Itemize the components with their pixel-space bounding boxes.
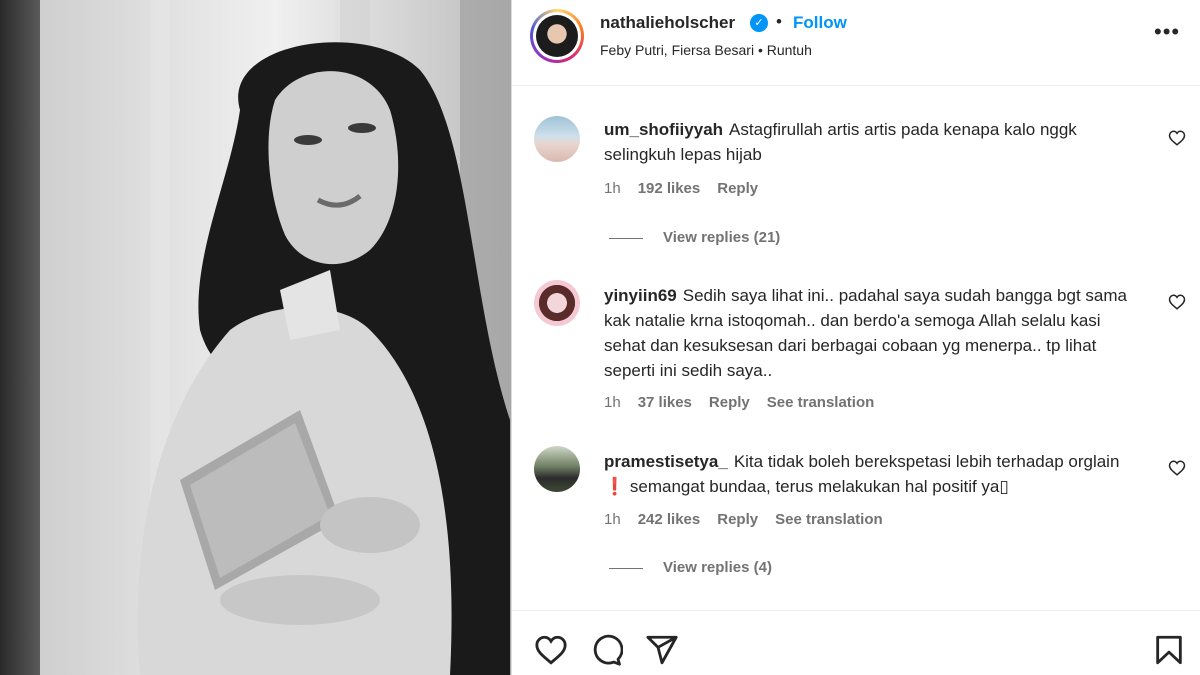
comment-reply-button[interactable]: Reply (709, 394, 750, 411)
commenter-avatar[interactable] (534, 116, 580, 162)
post-photo-illustration (40, 0, 511, 675)
replies-line (609, 237, 643, 239)
comments-list: um_shofiiyyah Astagfirullah artis artis p… (512, 86, 1200, 610)
comment-body: Sedih saya lihat ini.. padahal saya suda… (604, 286, 1127, 380)
comment-likes[interactable]: 192 likes (638, 180, 701, 197)
comment-meta: 1h 242 likes Reply See translation (604, 511, 900, 528)
comment-likes[interactable]: 242 likes (638, 511, 701, 528)
commenter-avatar[interactable] (534, 446, 580, 492)
comment-username[interactable]: pramestisetya_ (604, 452, 728, 471)
post-photo-pane (0, 0, 511, 675)
comment-text: um_shofiiyyah Astagfirullah artis artis p… (604, 117, 1144, 167)
verified-badge-icon: ✓ (750, 14, 768, 32)
comment-reply-button[interactable]: Reply (717, 511, 758, 528)
post-photo[interactable] (40, 0, 511, 675)
author-username[interactable]: nathalieholscher (600, 13, 735, 33)
see-translation-button[interactable]: See translation (767, 394, 875, 411)
comment-time: 1h (604, 511, 621, 528)
share-icon[interactable] (645, 633, 679, 667)
audio-track-link[interactable]: Feby Putri, Fiersa Besari • Runtuh (600, 42, 812, 58)
bookmark-icon[interactable] (1152, 633, 1186, 667)
comment-username[interactable]: yinyiin69 (604, 286, 677, 305)
comment-meta: 1h 37 likes Reply See translation (604, 394, 891, 411)
post-action-bar (512, 610, 1200, 675)
more-options-icon[interactable]: ••• (1154, 21, 1180, 48)
comment-like-heart-icon[interactable] (1168, 293, 1186, 311)
comment-time: 1h (604, 394, 621, 411)
comment-icon[interactable] (589, 633, 623, 667)
comment-username[interactable]: um_shofiiyyah (604, 120, 723, 139)
comment-text: yinyiin69 Sedih saya lihat ini.. padahal … (604, 283, 1144, 383)
comment-text: pramestisetya_ Kita tidak boleh berekspet… (604, 449, 1144, 499)
author-avatar[interactable] (530, 9, 584, 63)
header-separator: • (776, 12, 782, 31)
comment-time: 1h (604, 180, 621, 197)
comment-reply-button[interactable]: Reply (717, 180, 758, 197)
view-replies-label: View replies (21) (663, 229, 781, 246)
replies-line (609, 567, 643, 569)
photo-edge (0, 0, 40, 675)
comment-like-heart-icon[interactable] (1168, 129, 1186, 147)
post-side-panel: nathalieholscher ✓ • Follow Feby Putri, … (512, 0, 1200, 675)
see-translation-button[interactable]: See translation (775, 511, 883, 528)
comment-likes[interactable]: 37 likes (638, 394, 692, 411)
commenter-avatar[interactable] (534, 280, 580, 326)
post-header: nathalieholscher ✓ • Follow Feby Putri, … (512, 0, 1200, 86)
view-replies-label: View replies (4) (663, 559, 772, 576)
comment-like-heart-icon[interactable] (1168, 459, 1186, 477)
comment-meta: 1h 192 likes Reply (604, 180, 775, 197)
view-replies-button[interactable]: View replies (21) (609, 229, 780, 246)
view-replies-button[interactable]: View replies (4) (609, 559, 772, 576)
follow-button[interactable]: Follow (793, 13, 847, 33)
heart-icon[interactable] (534, 633, 568, 667)
